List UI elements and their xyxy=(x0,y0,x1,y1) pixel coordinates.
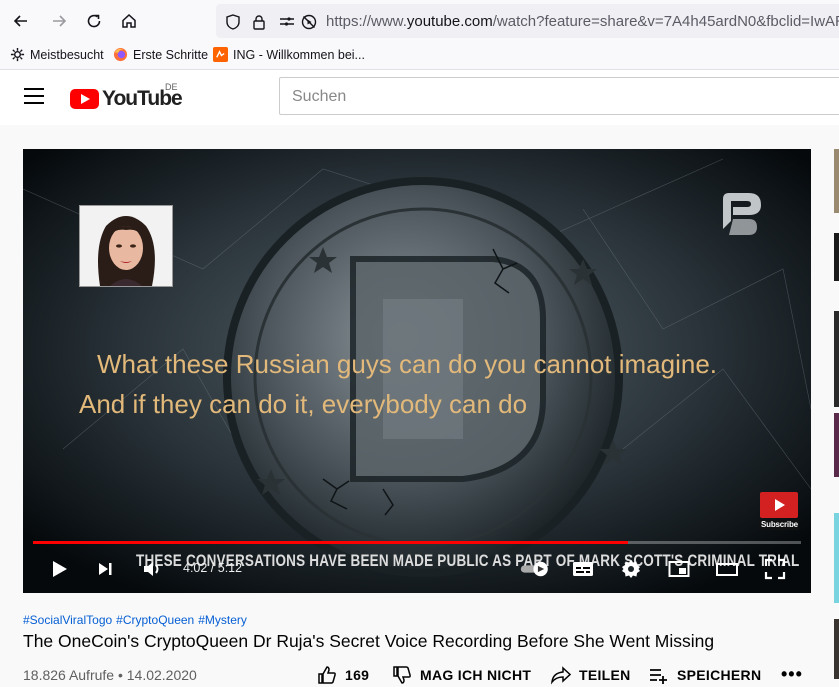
next-button[interactable] xyxy=(91,555,119,583)
url-prefix: https://www. xyxy=(326,13,407,30)
hashtag-link[interactable]: #Mystery xyxy=(198,613,247,627)
autoplay-blocked-icon[interactable] xyxy=(300,13,318,31)
channel-watermark-icon xyxy=(723,193,761,235)
progress-played xyxy=(33,541,629,544)
time-display: 4:02 / 5:12 xyxy=(183,561,243,575)
dislike-button[interactable]: MAG ICH NICHT xyxy=(392,665,531,685)
view-count-date: 18.826 Aufrufe • 14.02.2020 xyxy=(23,667,197,683)
related-videos-sidebar xyxy=(834,149,839,687)
url-text[interactable]: https://www.youtube.com/watch?feature=sh… xyxy=(326,13,839,30)
ing-icon xyxy=(213,47,228,62)
subscribe-label: Subscribe xyxy=(761,520,798,529)
address-bar[interactable]: https://www.youtube.com/watch?feature=sh… xyxy=(216,4,839,38)
woman-portrait-icon xyxy=(80,206,172,286)
add-to-playlist-icon xyxy=(650,669,667,684)
play-icon xyxy=(53,561,67,577)
related-thumbnail[interactable] xyxy=(834,149,839,213)
arrow-right-icon xyxy=(53,15,67,27)
volume-icon xyxy=(144,562,159,576)
dislike-label: MAG ICH NICHT xyxy=(420,667,532,683)
like-count: 169 xyxy=(345,667,370,683)
autoplay-toggle-icon xyxy=(520,561,548,577)
subtitle-line-2: And if they can do it, everybody can do xyxy=(79,389,528,419)
related-thumbnail[interactable] xyxy=(834,513,839,603)
hashtag-link[interactable]: #CryptoQueen xyxy=(116,613,194,627)
bookmark-label: Erste Schritte xyxy=(133,47,209,62)
gear-icon xyxy=(10,47,25,62)
play-button[interactable] xyxy=(45,555,73,583)
search-input[interactable] xyxy=(280,78,834,116)
share-button[interactable]: TEILEN xyxy=(551,665,631,685)
thumbs-up-icon xyxy=(318,666,336,684)
menu-button[interactable] xyxy=(24,88,44,104)
reload-icon xyxy=(87,14,101,28)
more-actions-button[interactable]: ••• xyxy=(781,664,803,685)
gear-icon xyxy=(622,560,640,578)
subtitles-icon xyxy=(573,562,593,576)
search-box[interactable] xyxy=(279,77,839,116)
autoplay-toggle[interactable] xyxy=(517,555,557,583)
forward-button[interactable] xyxy=(46,8,72,34)
related-thumbnail[interactable] xyxy=(834,311,839,407)
theater-mode-icon xyxy=(716,563,738,576)
reload-button[interactable] xyxy=(81,8,107,34)
subtitles-button[interactable] xyxy=(569,555,597,583)
share-arrow-icon xyxy=(551,666,571,685)
fullscreen-button[interactable] xyxy=(761,555,789,583)
shield-icon[interactable] xyxy=(224,13,242,31)
url-path: /watch?feature=share&v=7A4h45ardN0&fbcli… xyxy=(492,13,839,30)
miniplayer-button[interactable] xyxy=(665,555,693,583)
portrait-image xyxy=(79,205,173,287)
subscribe-watermark[interactable]: Subscribe xyxy=(759,491,799,531)
youtube-play-logo-icon xyxy=(70,89,99,109)
miniplayer-icon xyxy=(668,561,690,577)
progress-bar[interactable] xyxy=(33,541,801,544)
firefox-icon xyxy=(113,47,128,62)
hashtag-list: #SocialViralTogo #CryptoQueen #Mystery xyxy=(23,613,251,627)
url-domain: youtube.com xyxy=(406,13,493,30)
related-thumbnail[interactable] xyxy=(834,619,839,679)
save-button[interactable]: SPEICHERN xyxy=(649,665,761,685)
like-button[interactable]: 169 xyxy=(317,665,369,685)
mute-button[interactable] xyxy=(138,555,166,583)
share-label: TEILEN xyxy=(579,667,631,683)
youtube-header: YouTube DE xyxy=(0,70,839,125)
related-thumbnail[interactable] xyxy=(834,233,839,281)
region-label: DE xyxy=(165,82,178,92)
browser-toolbar: https://www.youtube.com/watch?feature=sh… xyxy=(0,0,839,42)
settings-button[interactable] xyxy=(617,555,645,583)
bookmark-erste-schritte[interactable]: Erste Schritte xyxy=(113,47,208,62)
home-button[interactable] xyxy=(116,8,142,34)
lock-icon[interactable] xyxy=(250,13,268,31)
subtitle-line-1: What these Russian guys can do you canno… xyxy=(96,349,718,379)
skip-next-icon xyxy=(99,563,112,575)
save-label: SPEICHERN xyxy=(677,667,762,683)
video-title: The OneCoin's CryptoQueen Dr Ruja's Secr… xyxy=(23,631,715,651)
back-button[interactable] xyxy=(8,8,34,34)
player-controls: 4:02 / 5:12 xyxy=(23,547,811,593)
home-icon xyxy=(122,13,136,28)
hashtag-link[interactable]: #SocialViralTogo xyxy=(23,613,112,627)
video-player[interactable]: What these Russian guys can do you canno… xyxy=(23,149,811,593)
theater-mode-button[interactable] xyxy=(713,555,741,583)
thumbs-down-icon xyxy=(393,666,411,684)
bookmark-meistbesucht[interactable]: Meistbesucht xyxy=(10,47,104,62)
related-thumbnail[interactable] xyxy=(834,413,839,477)
bookmark-ing[interactable]: ING - Willkommen bei... xyxy=(213,47,365,62)
arrow-left-icon xyxy=(13,15,27,27)
bookmark-label: Meistbesucht xyxy=(30,47,104,62)
youtube-logo[interactable]: YouTube DE xyxy=(70,82,183,111)
fullscreen-icon xyxy=(764,558,786,580)
bookmark-label: ING - Willkommen bei... xyxy=(233,47,365,62)
bookmarks-toolbar: Meistbesucht Erste Schritte ING - Willko… xyxy=(0,42,839,70)
permissions-icon[interactable] xyxy=(278,13,296,31)
